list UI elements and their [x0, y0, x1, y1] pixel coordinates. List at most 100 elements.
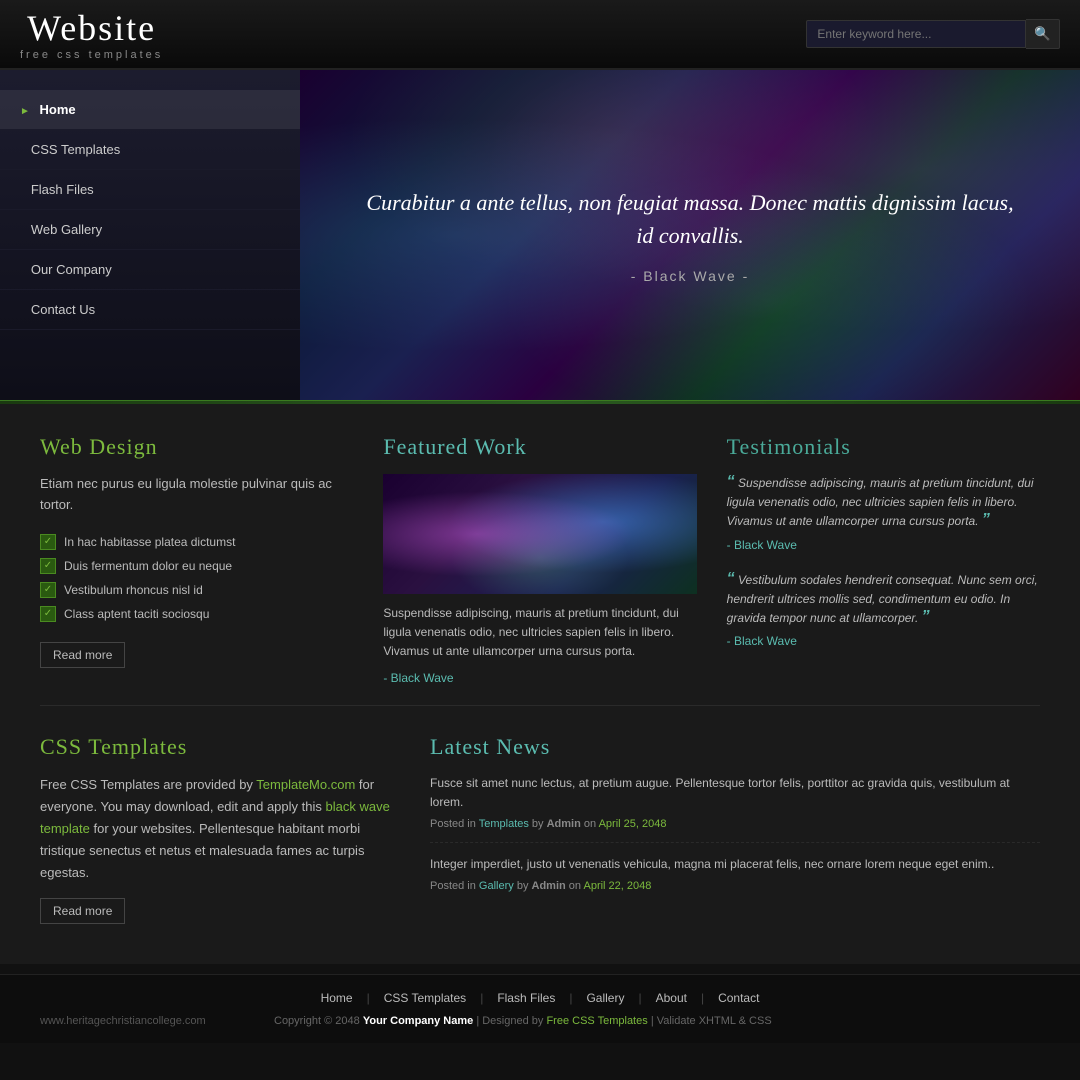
- main-content: Web Design Etiam nec purus eu ligula mol…: [0, 404, 1080, 964]
- footer-link-contact[interactable]: Contact: [704, 991, 773, 1005]
- footer-copyright: Copyright © 2048 Your Company Name | Des…: [274, 1015, 772, 1027]
- logo-subtitle: free css templates: [20, 49, 163, 61]
- copyright-text: Copyright © 2048: [274, 1015, 360, 1027]
- testimonial-1-text: “ Suspendisse adipiscing, mauris at pret…: [727, 476, 1034, 528]
- news-2-meta: Posted in Gallery by Admin on April 22, …: [430, 880, 1040, 892]
- check-icon: [40, 558, 56, 574]
- search-input[interactable]: [806, 20, 1026, 48]
- templatemo-link[interactable]: TemplateMo.com: [256, 777, 355, 792]
- news-1-meta: Posted in Templates by Admin on April 25…: [430, 818, 1040, 830]
- footer-link-gallery[interactable]: Gallery: [572, 991, 638, 1005]
- testimonial-1: “ Suspendisse adipiscing, mauris at pret…: [727, 474, 1040, 555]
- close-quote-2: ”: [922, 608, 930, 625]
- footer-link-home[interactable]: Home: [307, 991, 367, 1005]
- testimonial-2-text: “ Vestibulum sodales hendrerit consequat…: [727, 573, 1038, 625]
- news-2-author: Admin: [532, 880, 566, 892]
- close-quote: ”: [982, 511, 990, 528]
- news-2-text: Integer imperdiet, justo ut venenatis ve…: [430, 855, 1040, 874]
- bottom-row: CSS Templates Free CSS Templates are pro…: [40, 706, 1040, 924]
- web-design-read-more[interactable]: Read more: [40, 642, 125, 668]
- sidebar-item-gallery[interactable]: Web Gallery: [0, 210, 300, 250]
- check-icon: [40, 534, 56, 550]
- featured-attribution-link[interactable]: - Black Wave: [383, 671, 453, 685]
- web-design-title: Web Design: [40, 434, 353, 460]
- sidebar-item-flash[interactable]: Flash Files: [0, 170, 300, 210]
- nav-list: ► Home CSS Templates Flash Files Web Gal…: [0, 70, 300, 330]
- nav-arrow-icon: ►: [20, 106, 30, 117]
- footer-url: www.heritagechristiancollege.com: [40, 1015, 206, 1027]
- testimonial-1-author[interactable]: - Black Wave: [727, 536, 1040, 555]
- list-item: In hac habitasse platea dictumst: [40, 530, 353, 554]
- news-item-2: Integer imperdiet, justo ut venenatis ve…: [430, 855, 1040, 904]
- header: Website free css templates 🔍: [0, 0, 1080, 70]
- css-templates-title: CSS Templates: [40, 734, 400, 760]
- check-icon: [40, 606, 56, 622]
- check-icon: [40, 582, 56, 598]
- hero-banner: Curabitur a ante tellus, non feugiat mas…: [300, 70, 1080, 400]
- footer-pipe-1: | Designed by: [476, 1015, 546, 1027]
- sidebar-item-home[interactable]: ► Home: [0, 90, 300, 130]
- featured-description: Suspendisse adipiscing, mauris at pretiu…: [383, 604, 696, 662]
- checklist-item-1: In hac habitasse platea dictumst: [64, 535, 235, 549]
- testimonial-2-author[interactable]: - Black Wave: [727, 632, 1040, 651]
- sidebar-item-company[interactable]: Our Company: [0, 250, 300, 290]
- footer-company: Your Company Name: [363, 1015, 473, 1027]
- web-design-section: Web Design Etiam nec purus eu ligula mol…: [40, 434, 353, 685]
- news-1-text: Fusce sit amet nunc lectus, at pretium a…: [430, 774, 1040, 812]
- featured-work-title: Featured Work: [383, 434, 696, 460]
- nav-link-home[interactable]: ► Home: [0, 90, 300, 129]
- checklist-item-3: Vestibulum rhoncus nisl id: [64, 583, 203, 597]
- hero-quote: Curabitur a ante tellus, non feugiat mas…: [365, 186, 1015, 252]
- hero-attribution: - Black Wave -: [365, 268, 1015, 284]
- latest-news-title: Latest News: [430, 734, 1040, 760]
- footer-link-flash[interactable]: Flash Files: [483, 991, 569, 1005]
- news-item-1: Fusce sit amet nunc lectus, at pretium a…: [430, 774, 1040, 843]
- nav-link-flash[interactable]: Flash Files: [0, 170, 300, 209]
- logo-area: Website free css templates: [20, 7, 163, 61]
- testimonials-title: Testimonials: [727, 434, 1040, 460]
- news-1-author: Admin: [547, 818, 581, 830]
- search-button[interactable]: 🔍: [1026, 19, 1060, 49]
- nav-link-css[interactable]: CSS Templates: [0, 130, 300, 169]
- black-wave-link[interactable]: black wave template: [40, 799, 390, 836]
- logo-title: Website: [20, 7, 163, 49]
- sidebar-item-contact[interactable]: Contact Us: [0, 290, 300, 330]
- latest-news-section: Latest News Fusce sit amet nunc lectus, …: [430, 734, 1040, 924]
- hero-text: Curabitur a ante tellus, non feugiat mas…: [345, 166, 1035, 304]
- footer-nav: Home | CSS Templates | Flash Files | Gal…: [40, 991, 1040, 1005]
- news-1-date[interactable]: April 25, 2048: [599, 818, 667, 830]
- sidebar-nav: ► Home CSS Templates Flash Files Web Gal…: [0, 70, 300, 400]
- list-item: Vestibulum rhoncus nisl id: [40, 578, 353, 602]
- news-2-category[interactable]: Gallery: [479, 880, 514, 892]
- search-icon: 🔍: [1034, 26, 1051, 41]
- nav-link-contact[interactable]: Contact Us: [0, 290, 300, 329]
- web-design-checklist: In hac habitasse platea dictumst Duis fe…: [40, 530, 353, 626]
- css-read-more[interactable]: Read more: [40, 898, 125, 924]
- open-quote: “: [727, 473, 735, 490]
- css-templates-section: CSS Templates Free CSS Templates are pro…: [40, 734, 400, 924]
- testimonials-section: Testimonials “ Suspendisse adipiscing, m…: [727, 434, 1040, 685]
- featured-work-section: Featured Work Suspendisse adipiscing, ma…: [383, 434, 696, 685]
- footer-link-about[interactable]: About: [642, 991, 701, 1005]
- top-row: Web Design Etiam nec purus eu ligula mol…: [40, 404, 1040, 706]
- checklist-item-4: Class aptent taciti sociosqu: [64, 607, 209, 621]
- footer-link-css[interactable]: CSS Templates: [370, 991, 480, 1005]
- footer-bottom: www.heritagechristiancollege.com Copyrig…: [40, 1015, 1040, 1027]
- footer-designer-link[interactable]: Free CSS Templates: [546, 1015, 647, 1027]
- list-item: Class aptent taciti sociosqu: [40, 602, 353, 626]
- search-area: 🔍: [806, 19, 1060, 49]
- web-design-description: Etiam nec purus eu ligula molestie pulvi…: [40, 474, 353, 516]
- nav-link-company[interactable]: Our Company: [0, 250, 300, 289]
- open-quote-2: “: [727, 570, 735, 587]
- footer-pipe-2: | Validate XHTML & CSS: [651, 1015, 772, 1027]
- nav-link-gallery[interactable]: Web Gallery: [0, 210, 300, 249]
- news-1-category[interactable]: Templates: [479, 818, 529, 830]
- sidebar-item-css[interactable]: CSS Templates: [0, 130, 300, 170]
- testimonial-2: “ Vestibulum sodales hendrerit consequat…: [727, 571, 1040, 652]
- news-2-date[interactable]: April 22, 2048: [583, 880, 651, 892]
- list-item: Duis fermentum dolor eu neque: [40, 554, 353, 578]
- featured-image: [383, 474, 696, 594]
- css-templates-description: Free CSS Templates are provided by Templ…: [40, 774, 400, 884]
- footer: Home | CSS Templates | Flash Files | Gal…: [0, 974, 1080, 1043]
- nav-hero-section: ► Home CSS Templates Flash Files Web Gal…: [0, 70, 1080, 400]
